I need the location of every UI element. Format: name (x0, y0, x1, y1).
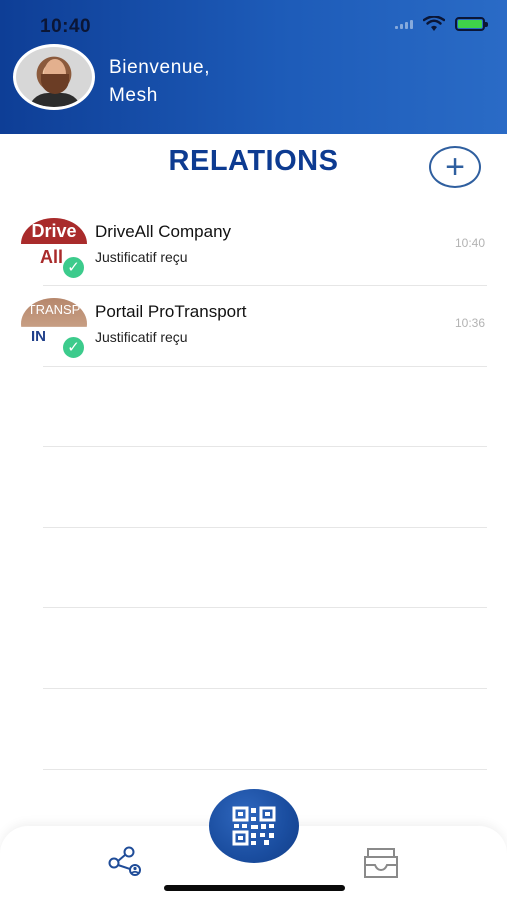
relation-status: Justificatif reçu (95, 329, 188, 345)
add-relation-button[interactable]: + (429, 146, 481, 188)
relation-name: Portail ProTransport (95, 302, 247, 321)
cellular-signal-icon (395, 19, 413, 29)
status-icons (395, 16, 488, 32)
greeting-line: Bienvenue, (109, 57, 211, 78)
list-item[interactable]: TRANSP IN ✓ Portail ProTransport Justifi… (0, 286, 507, 366)
relation-time: 10:36 (454, 316, 485, 330)
user-name: Mesh (109, 85, 158, 106)
logo-text: TRANSP (27, 302, 81, 317)
divider (43, 688, 487, 689)
inbox-icon[interactable] (361, 846, 401, 880)
app-header: 10:40 Bienvenue, Mesh (0, 0, 507, 134)
relation-name: DriveAll Company (95, 222, 232, 241)
divider (43, 769, 487, 770)
divider (43, 527, 487, 528)
relation-status: Justificatif reçu (95, 249, 188, 265)
check-icon: ✓ (61, 335, 86, 360)
home-indicator (164, 885, 345, 891)
list-item[interactable]: Drive All ✓ DriveAll Company Justificati… (0, 206, 507, 286)
divider (43, 366, 487, 367)
divider (43, 607, 487, 608)
scan-qr-button[interactable] (209, 789, 299, 863)
logo-text: Drive (21, 218, 87, 244)
qr-code-icon (232, 806, 276, 846)
wifi-icon (423, 16, 445, 31)
plus-icon: + (445, 148, 465, 186)
battery-icon (455, 17, 488, 31)
share-network-icon[interactable] (106, 846, 146, 880)
avatar[interactable] (13, 44, 95, 110)
relation-time: 10:40 (454, 236, 485, 250)
logo-text: IN (31, 328, 46, 345)
check-icon: ✓ (61, 255, 86, 280)
divider (43, 446, 487, 447)
welcome-text: Bienvenue, Mesh (109, 54, 210, 110)
status-time: 10:40 (40, 16, 92, 37)
